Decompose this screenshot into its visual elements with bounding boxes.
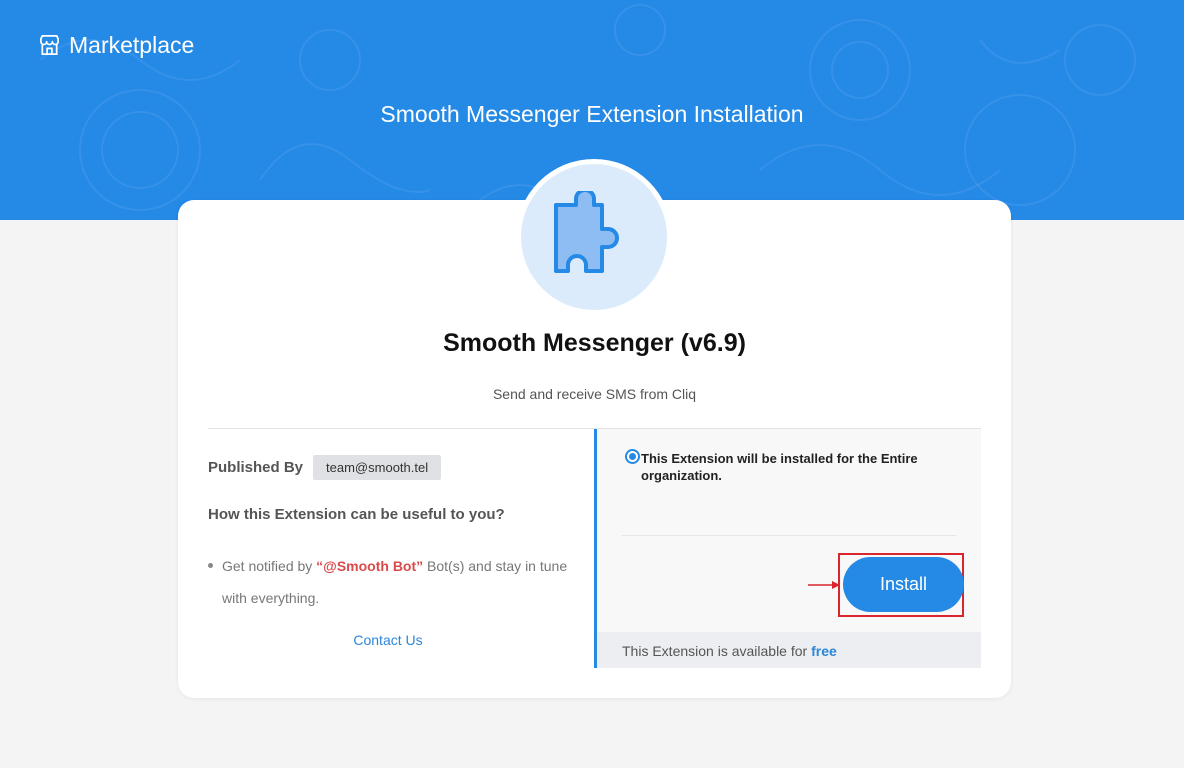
feature-list-item: Get notified by “@Smooth Bot” Bot(s) and… <box>208 550 568 614</box>
marketplace-brand[interactable]: Marketplace <box>38 32 194 59</box>
bot-name: “@Smooth Bot” <box>316 558 424 574</box>
published-by-label: Published By <box>208 459 304 476</box>
install-panel: This Extension will be installed for the… <box>594 429 981 668</box>
price-label: free <box>811 643 837 659</box>
extension-logo <box>516 159 672 315</box>
usefulness-heading: How this Extension can be useful to you? <box>208 506 505 523</box>
availability-note: This Extension is available for free <box>597 632 981 668</box>
contact-us-link[interactable]: Contact Us <box>208 632 568 648</box>
puzzle-piece-icon <box>554 191 619 273</box>
install-scope-label: This Extension will be installed for the… <box>641 451 918 483</box>
page-title: Smooth Messenger Extension Installation <box>380 101 804 127</box>
extension-name: Smooth Messenger (v6.9) <box>443 329 746 357</box>
brand-label: Marketplace <box>69 32 195 58</box>
install-button[interactable]: Install <box>843 557 964 612</box>
panel-divider <box>622 535 956 536</box>
extension-description: Send and receive SMS from Cliq <box>492 386 697 402</box>
publisher-email-badge: team@smooth.tel <box>313 455 442 480</box>
published-by: Published By team@smooth.tel <box>208 455 442 480</box>
store-icon <box>40 35 59 55</box>
arrow-icon <box>808 581 840 589</box>
install-scope-radio[interactable] <box>625 449 640 464</box>
